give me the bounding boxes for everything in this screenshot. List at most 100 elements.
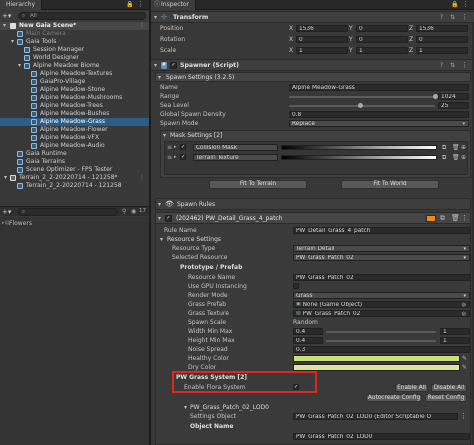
axis-y-label[interactable]: Y <box>349 47 353 54</box>
drag-handle-icon[interactable]: ≡ <box>167 154 172 161</box>
lock-icon[interactable]: 🔒 <box>451 1 458 8</box>
object-name-field[interactable]: PW_Grass_Patch_02_LOD0 <box>293 433 470 440</box>
gpu-instancing-checkbox[interactable] <box>293 283 299 289</box>
add-icon[interactable]: +▾ <box>2 12 11 20</box>
scene-menu-icon[interactable]: ⋮ <box>139 22 145 30</box>
resource-settings-title[interactable]: Resource Settings <box>167 236 221 243</box>
width-min-field[interactable]: 0.4 <box>293 328 323 335</box>
eyedropper-icon[interactable]: ✎ <box>462 364 467 371</box>
add-icon[interactable]: ⊕ <box>461 154 466 161</box>
search-input[interactable]: ⌕ All <box>18 12 146 20</box>
reset-config-button[interactable]: Reset Config <box>425 394 467 402</box>
resource-name-field[interactable]: PW_Grass_Patch_02 <box>293 274 470 281</box>
object-picker-icon[interactable]: ◎ <box>462 302 466 307</box>
healthy-color-swatch[interactable] <box>293 355 460 362</box>
sea-level-field[interactable]: 25 <box>438 102 469 109</box>
transform-y-field[interactable]: 1 <box>356 47 408 54</box>
enable-all-button[interactable]: Enable All <box>395 384 428 392</box>
spawn-settings-foldout[interactable]: ▾ Spawn Settings (3.2.5) <box>155 72 471 82</box>
disable-all-button[interactable]: Disable All <box>431 384 467 392</box>
drag-handle-icon[interactable]: ≡ <box>167 144 172 151</box>
duplicate-icon[interactable]: ⧉ <box>442 144 446 152</box>
hierarchy-item[interactable]: Alpine Meadow-Mushrooms <box>0 94 149 102</box>
tab-inspector[interactable]: ⓘ Inspector <box>151 0 196 10</box>
spawn-mode-dropdown[interactable]: Replace ▾ <box>289 120 469 127</box>
hierarchy-item[interactable]: Alpine Meadow-Textures <box>0 70 149 78</box>
hierarchy-item[interactable]: GaiaPro-Village <box>0 78 149 86</box>
collapse-arrow-icon[interactable]: ▾ <box>163 132 166 139</box>
mask-type-dropdown[interactable]: Terrain Texture <box>193 154 278 161</box>
transform-y-field[interactable]: 0 <box>356 36 408 43</box>
hierarchy-item[interactable]: ▾ Terrain_2_2-20220714 - 121258* ⋮ <box>0 174 149 182</box>
component-menu-icon[interactable]: ⋮ <box>461 61 468 69</box>
spawner-enabled-checkbox[interactable]: ✓ <box>170 62 177 69</box>
help-icon[interactable]: ? <box>440 62 443 69</box>
transform-header[interactable]: ▾ ⊹ Transform ? ⇅ ⋮ <box>151 11 474 23</box>
autocreate-config-button[interactable]: Autocreate Config <box>366 394 422 402</box>
preset-icon[interactable]: ⇅ <box>450 62 455 69</box>
hierarchy-item[interactable]: Alpine Meadow-VFX <box>0 134 149 142</box>
hierarchy-item[interactable]: ▾ Gaia Tools <box>0 38 149 46</box>
selected-resource-dropdown[interactable]: PW_Grass_Patch_02 ▾ <box>293 254 470 261</box>
density-field[interactable]: 0.8 <box>289 111 469 118</box>
hierarchy-item[interactable]: Terrain_2_2-20220714 - 121258 <box>0 182 149 190</box>
transform-z-field[interactable]: 0 <box>416 36 468 43</box>
eye-icon[interactable]: 👁 <box>165 200 174 208</box>
axis-z-label[interactable]: Z <box>409 36 413 43</box>
collapse-arrow-icon[interactable]: ▾ <box>158 74 161 81</box>
height-minmax-slider[interactable] <box>326 340 436 342</box>
delete-icon[interactable]: 🗑 <box>452 154 460 161</box>
delete-icon[interactable]: 🗑 <box>451 214 460 222</box>
expand-arrow-icon[interactable]: ▾ <box>4 174 7 182</box>
object-picker-icon[interactable]: ◎ <box>462 311 466 316</box>
hierarchy-item[interactable]: Main Camera <box>0 30 149 38</box>
axis-x-label[interactable]: X <box>289 25 293 32</box>
hierarchy-item[interactable]: ▾ Alpine Meadow Biome <box>0 62 149 70</box>
hierarchy-item[interactable]: Alpine Meadow-Bushes <box>0 110 149 118</box>
axis-x-label[interactable]: X <box>289 36 293 43</box>
hierarchy-item[interactable]: Alpine Meadow-Trees <box>0 102 149 110</box>
tab-hierarchy[interactable]: Hierarchy <box>0 0 43 10</box>
expand-arrow-icon[interactable]: ▾ <box>11 38 14 46</box>
transform-x-field[interactable]: 0 <box>296 36 348 43</box>
height-max-field[interactable]: 1 <box>440 337 470 344</box>
expand-arrow-icon[interactable]: ▸ <box>174 154 177 160</box>
rule-menu-icon[interactable]: ⋮ <box>461 214 468 222</box>
resource-type-dropdown[interactable]: Terrain Detail ▾ <box>293 245 470 252</box>
collapse-arrow-icon[interactable]: ▾ <box>158 215 161 222</box>
axis-z-label[interactable]: Z <box>409 47 413 54</box>
lock-icon[interactable]: 🔒 <box>126 1 133 8</box>
width-minmax-slider[interactable] <box>326 331 436 333</box>
hierarchy-item[interactable]: Gaia Runtime <box>0 150 149 158</box>
folder-flowers[interactable]: Flowers <box>9 220 32 227</box>
width-max-field[interactable]: 1 <box>440 328 470 335</box>
delete-icon[interactable]: 🗑 <box>452 144 460 151</box>
settings-object-menu-icon[interactable]: ⋮ <box>460 412 467 420</box>
spawner-header[interactable]: ▾ # ✓ Spawner (Script) ? ⇅ ⋮ <box>151 59 474 71</box>
noise-spread-field[interactable]: 0.3 <box>293 346 470 353</box>
mask-enabled-checkbox[interactable]: ✓ <box>180 154 186 160</box>
duplicate-icon[interactable]: ⧉ <box>442 154 446 162</box>
lod-title[interactable]: PW_Grass_Patch_02_LOD0 <box>190 404 269 411</box>
spawn-scale-value[interactable]: Random <box>293 319 318 326</box>
item-menu-icon[interactable]: ⋮ <box>139 174 145 182</box>
hierarchy-item[interactable]: Alpine Meadow-Grass <box>0 118 149 126</box>
range-slider-handle[interactable] <box>432 94 438 99</box>
project-search-input[interactable]: ⌕ <box>18 208 118 216</box>
spawn-rules-header[interactable]: ▾ 👁 Spawn Rules <box>155 198 471 210</box>
hierarchy-item[interactable]: Alpine Meadow-Stone <box>0 86 149 94</box>
collapse-arrow-icon[interactable]: ▾ <box>184 404 187 411</box>
kebab-menu-icon[interactable]: ⋮ <box>137 0 144 8</box>
transform-z-field[interactable]: 1536 <box>416 25 468 32</box>
name-field[interactable]: Alpine Meadow-Grass <box>289 84 469 91</box>
transform-x-field[interactable]: 1536 <box>296 25 348 32</box>
axis-z-label[interactable]: Z <box>409 25 413 32</box>
add-icon[interactable]: +▾ <box>2 208 11 216</box>
axis-y-label[interactable]: Y <box>349 25 353 32</box>
collapse-arrow-icon[interactable]: ▾ <box>154 14 157 21</box>
grass-texture-field[interactable]: ▧ PW_Grass_Patch_02 ◎ <box>293 310 470 317</box>
hierarchy-item[interactable]: World Designer <box>0 54 149 62</box>
collapse-arrow-icon[interactable]: ▾ <box>160 236 163 243</box>
expand-arrow-icon[interactable]: ▾ <box>3 22 6 30</box>
scene-row[interactable]: ▾ New Gaia Scene* ⋮ <box>0 22 149 30</box>
